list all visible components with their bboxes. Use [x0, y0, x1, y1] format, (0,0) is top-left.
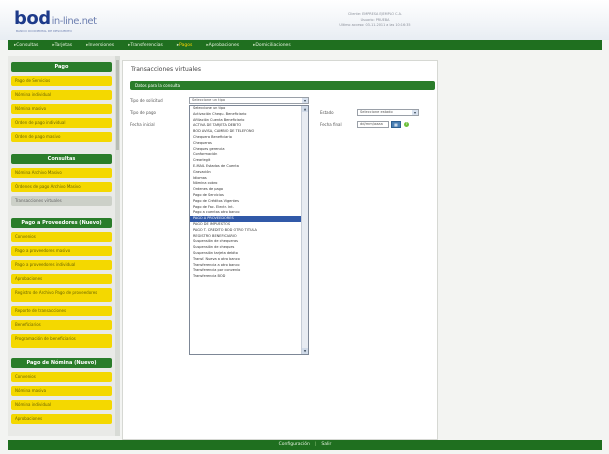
chevron-down-icon[interactable]: ▾ — [412, 110, 418, 115]
sidebar-item-nom-masiva[interactable]: Nómina masiva — [11, 386, 112, 396]
sidebar-scrollbar[interactable] — [115, 56, 120, 436]
estado-select[interactable]: Seleccione estado ▾ — [357, 109, 419, 116]
sidebar-item-pago-servicios[interactable]: Pago de Servicios — [11, 76, 112, 86]
sidebar-item-nomina-individual[interactable]: Nómina individual — [11, 90, 112, 100]
sidebar-item-nomina-archivo[interactable]: Nómina Archivo Masivo — [11, 168, 112, 178]
label-tipo-pago: Tipo de pago — [130, 110, 156, 115]
sidebar-section-consultas: Consultas — [11, 154, 112, 164]
sidebar-item-nomina-masivo[interactable]: Nómina masivo — [11, 104, 112, 114]
label-fecha-inicial: Fecha inicial — [130, 122, 155, 127]
user-info: Cliente: EMPRESA EJEMPLO C.A. Usuario: P… — [305, 12, 445, 29]
sidebar-item-nom-individual[interactable]: Nómina individual — [11, 400, 112, 410]
footer-separator: | — [314, 442, 317, 447]
menu-aprobaciones[interactable]: Aprobaciones — [206, 43, 240, 48]
calendar-icon[interactable]: ▦ — [391, 121, 401, 128]
sidebar-item-nom-aprobaciones[interactable]: Aprobaciones — [11, 414, 112, 424]
user-info-last-access: Ultimo acceso: 03-11-2011 a las 10:16:35 — [339, 23, 411, 27]
scroll-down-icon[interactable]: ▼ — [302, 348, 308, 354]
sidebar-item-prov-beneficiarios[interactable]: Beneficiarios — [11, 320, 112, 330]
logo-tagline: BANCO OCCIDENTAL DE DESCUENTO — [16, 29, 72, 33]
footer-salir-link[interactable]: Salir — [321, 442, 331, 447]
menu-domiciliaciones[interactable]: Domiciliaciones — [253, 43, 290, 48]
chevron-down-icon[interactable]: ▾ — [302, 98, 308, 103]
scroll-up-icon[interactable]: ▲ — [302, 106, 308, 112]
sidebar-item-prov-programacion[interactable]: Programación de beneficiarios — [11, 334, 112, 348]
menu-transferencias[interactable]: Transferencias — [128, 43, 162, 48]
menu-pagos[interactable]: Pagos — [177, 43, 192, 48]
sidebar-section-pago: Pago — [11, 62, 112, 72]
menu-tarjetas[interactable]: Tarjetas — [52, 43, 73, 48]
dropdown-scrollbar[interactable]: ▲ ▼ — [301, 106, 308, 354]
sidebar-item-prov-aprobaciones[interactable]: Aprobaciones — [11, 274, 112, 284]
tipo-solicitud-select[interactable]: Seleccione un tipo ▾ — [189, 97, 309, 104]
sidebar-item-prov-individual[interactable]: Pago a proveedores individual — [11, 260, 112, 270]
main-content: Transacciones virtuales Datos para la co… — [122, 60, 438, 440]
dropdown-options: Seleccione un tipo Activación Chequ. Bene… — [190, 106, 308, 280]
form-subheader: Datos para la consulta — [130, 81, 435, 90]
dropdown-option[interactable]: Transferencia BOD — [190, 274, 308, 280]
tipo-solicitud-dropdown[interactable]: Seleccione un tipo Activación Chequ. Bene… — [189, 105, 309, 355]
bod-logo[interactable]: bodin-line.net — [14, 8, 97, 29]
footer-configuracion-link[interactable]: Configuración — [279, 442, 310, 447]
footer: Configuración | Salir — [8, 440, 602, 450]
label-fecha-final: Fecha final — [320, 122, 342, 127]
sidebar-item-prov-masivo[interactable]: Pago a proveedores masivo — [11, 246, 112, 256]
sidebar-item-nom-convenios[interactable]: Convenios — [11, 372, 112, 382]
sidebar: Pago Pago de Servicios Nómina individual… — [8, 56, 115, 436]
menu-inversiones[interactable]: Inversiones — [86, 43, 114, 48]
sidebar-item-prov-reporte[interactable]: Reporte de transacciones — [11, 306, 112, 316]
label-tipo-solicitud: Tipo de solicitud — [130, 98, 163, 103]
help-icon[interactable]: ? — [404, 122, 409, 127]
sidebar-item-prov-registro-archivo[interactable]: Registro de Archivo Pago de proveedores — [11, 288, 112, 302]
sidebar-scrollbar-thumb[interactable] — [116, 60, 119, 150]
header: bodin-line.net BANCO OCCIDENTAL DE DESCU… — [0, 0, 609, 40]
sidebar-item-ordenes-archivo[interactable]: Órdenes de pago Archivo Masivo — [11, 182, 112, 192]
sidebar-item-orden-pago-masivo[interactable]: Orden de pago masivo — [11, 132, 112, 142]
fecha-final-field[interactable]: dd/mm/aaaa — [357, 121, 389, 128]
menu-consultas[interactable]: Consultas — [14, 43, 38, 48]
page-title: Transacciones virtuales — [131, 66, 201, 73]
sidebar-section-proveedores: Pago a Proveedores (Nuevo) — [11, 218, 112, 228]
sidebar-item-transacciones-virtuales[interactable]: Transacciones virtuales — [11, 196, 112, 206]
sidebar-section-nomina: Pago de Nómina (Nuevo) — [11, 358, 112, 368]
sidebar-item-prov-convenios[interactable]: Convenios — [11, 232, 112, 242]
main-menu: Consultas Tarjetas Inversiones Transfere… — [8, 40, 602, 50]
label-estado: Estado — [320, 110, 334, 115]
sidebar-item-orden-pago-individual[interactable]: Orden de pago individual — [11, 118, 112, 128]
